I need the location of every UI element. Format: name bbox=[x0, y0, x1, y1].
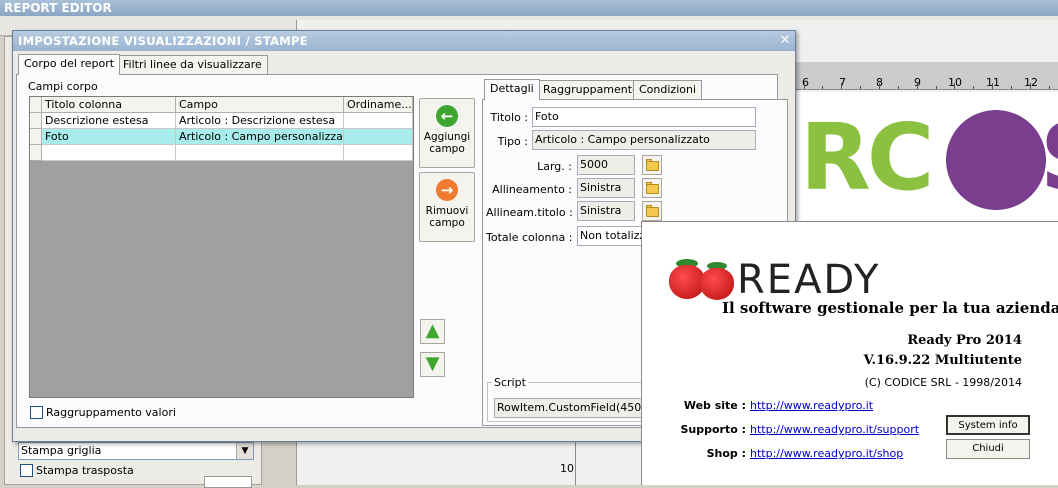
add-field-label-2: campo bbox=[429, 143, 465, 155]
folder-icon[interactable] bbox=[642, 201, 662, 221]
arrow-up-icon: ▲ bbox=[425, 320, 440, 341]
ruler-number: 10 bbox=[948, 76, 962, 89]
report-logo-text-right: S bbox=[1040, 108, 1058, 208]
column-header-ordinamento[interactable]: Ordiname... bbox=[344, 97, 413, 113]
raggruppamento-valori-checkbox[interactable] bbox=[30, 406, 43, 419]
system-info-button[interactable]: System info bbox=[946, 415, 1030, 435]
titolo-label: Titolo : bbox=[490, 111, 528, 124]
table-cell-selected[interactable]: Articolo : Campo personalizzat... bbox=[176, 129, 344, 145]
ruler-number: 12 bbox=[1024, 76, 1038, 89]
larghezza-label: Larg. : bbox=[537, 160, 572, 173]
close-icon[interactable]: ✕ bbox=[777, 33, 793, 49]
app-titlebar: REPORT EDITOR bbox=[0, 0, 1058, 16]
supporto-label: Supporto : bbox=[680, 423, 746, 436]
arrow-right-icon: → bbox=[436, 179, 458, 201]
about-product: Ready Pro 2014 bbox=[907, 333, 1022, 348]
row-header[interactable] bbox=[30, 145, 42, 161]
remove-field-label-1: Rimuovi bbox=[425, 205, 469, 217]
allineamento-titolo-label: Allineam.titolo : bbox=[486, 206, 573, 219]
about-copyright: (C) CODICE SRL - 1998/2014 bbox=[864, 376, 1022, 389]
campi-corpo-label: Campi corpo bbox=[28, 80, 98, 93]
tab-filtri-linee[interactable]: Filtri linee da visualizzare bbox=[117, 55, 268, 74]
fields-grid[interactable]: Titolo colonna Campo Ordiname... Descriz… bbox=[29, 96, 414, 398]
table-cell[interactable]: Descrizione estesa bbox=[42, 113, 176, 129]
column-header-campo[interactable]: Campo bbox=[176, 97, 344, 113]
tab-condizioni[interactable]: Condizioni bbox=[633, 80, 703, 99]
allineamento-titolo-field[interactable]: Sinistra bbox=[577, 201, 635, 221]
vertical-ruler-number: 10 bbox=[560, 462, 574, 475]
about-version: V.16.9.22 Multiutente bbox=[863, 353, 1022, 368]
table-cell[interactable] bbox=[176, 145, 344, 161]
remove-field-label-2: campo bbox=[429, 217, 465, 229]
table-cell[interactable] bbox=[344, 145, 413, 161]
larghezza-field[interactable]: 5000 bbox=[577, 155, 635, 175]
report-logo-circle bbox=[946, 110, 1046, 210]
arrow-down-icon: ▼ bbox=[425, 353, 440, 374]
row-header[interactable] bbox=[30, 113, 42, 129]
print-mode-select[interactable]: Stampa griglia bbox=[18, 442, 254, 460]
table-cell-selected[interactable]: Foto bbox=[42, 129, 176, 145]
small-input[interactable] bbox=[204, 476, 252, 488]
table-cell[interactable] bbox=[344, 113, 413, 129]
folder-icon[interactable] bbox=[642, 155, 662, 175]
chiudi-button[interactable]: Chiudi bbox=[946, 439, 1030, 459]
table-cell[interactable]: Articolo : Descrizione estesa bbox=[176, 113, 344, 129]
titolo-field[interactable]: Foto bbox=[532, 107, 756, 127]
tab-dettagli[interactable]: Dettagli bbox=[484, 79, 540, 100]
strawberry-logo-icon bbox=[700, 268, 734, 300]
add-field-label-1: Aggiungi bbox=[423, 131, 471, 143]
web-site-link[interactable]: http://www.readypro.it bbox=[750, 399, 873, 412]
ready-brand: READY bbox=[737, 257, 881, 303]
totale-colonna-label: Totale colonna : bbox=[486, 231, 573, 244]
allineamento-field[interactable]: Sinistra bbox=[577, 178, 635, 198]
report-logo-text: RC bbox=[800, 104, 934, 211]
web-site-label: Web site : bbox=[683, 399, 746, 412]
allineamento-label: Allineamento : bbox=[492, 183, 572, 196]
ruler-number: 11 bbox=[986, 76, 1000, 89]
folder-icon[interactable] bbox=[642, 178, 662, 198]
shop-link[interactable]: http://www.readypro.it/shop bbox=[750, 447, 903, 460]
about-tagline: Il software gestionale per la tua aziend… bbox=[722, 299, 1058, 317]
tab-raggruppamento[interactable]: Raggruppamento bbox=[537, 80, 645, 99]
row-header[interactable] bbox=[30, 129, 42, 145]
move-up-button[interactable]: ▲ bbox=[420, 319, 445, 344]
tipo-field: Articolo : Campo personalizzato bbox=[532, 130, 756, 150]
supporto-link[interactable]: http://www.readypro.it/support bbox=[750, 423, 919, 436]
column-header-titolo[interactable]: Titolo colonna bbox=[42, 97, 176, 113]
tab-corpo-del-report[interactable]: Corpo del report bbox=[18, 54, 121, 75]
raggruppamento-valori-label: Raggruppamento valori bbox=[46, 406, 176, 419]
chevron-down-icon[interactable]: ▼ bbox=[236, 443, 253, 459]
script-label: Script bbox=[492, 376, 528, 389]
dialog-title: IMPOSTAZIONE VISUALIZZAZIONI / STAMPE bbox=[13, 31, 795, 51]
table-cell[interactable] bbox=[42, 145, 176, 161]
stampa-trasposta-checkbox[interactable] bbox=[20, 464, 33, 477]
move-down-button[interactable]: ▼ bbox=[420, 352, 445, 377]
arrow-left-icon: ← bbox=[436, 105, 458, 127]
script-field[interactable]: RowItem.CustomField(450) bbox=[494, 398, 644, 418]
row-header bbox=[30, 97, 42, 113]
add-field-button[interactable]: ← Aggiungi campo bbox=[419, 98, 475, 168]
table-cell-selected[interactable] bbox=[344, 129, 413, 145]
shop-label: Shop : bbox=[706, 447, 746, 460]
horizontal-ruler: 6 7 8 9 10 11 12 bbox=[796, 62, 1058, 90]
stampa-trasposta-label: Stampa trasposta bbox=[36, 464, 134, 477]
remove-field-button[interactable]: → Rimuovi campo bbox=[419, 172, 475, 242]
tipo-label: Tipo : bbox=[497, 135, 528, 148]
